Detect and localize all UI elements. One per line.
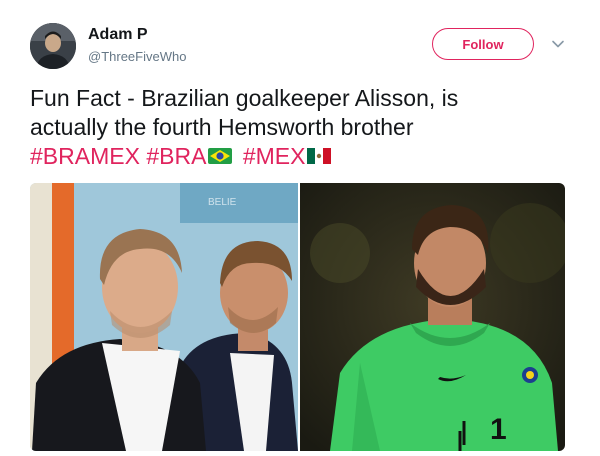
follow-button[interactable]: Follow [432, 28, 534, 60]
user-avatar-icon [30, 23, 76, 69]
chevron-down-icon[interactable] [550, 36, 566, 52]
hashtag-bramex[interactable]: #BRAMEX [30, 143, 140, 169]
svg-text:BELIE: BELIE [208, 197, 237, 208]
media-grid: BELIE 1 [30, 183, 565, 451]
tweet-text-line-2: actually the fourth Hemsworth brother [30, 114, 414, 140]
tweet-text-line-1: Fun Fact - Brazilian goalkeeper Alisson,… [30, 85, 459, 111]
hashtag-line: #BRAMEX #BRA #MEX [30, 142, 570, 171]
author-handle[interactable]: @ThreeFiveWho [88, 49, 186, 64]
premiere-photo-image: BELIE [30, 183, 298, 451]
brazil-flag-icon [208, 148, 233, 165]
tweet-text: Fun Fact - Brazilian goalkeeper Alisson,… [30, 84, 570, 171]
goalkeeper-photo-image: 1 [300, 183, 565, 451]
photo-premiere[interactable]: BELIE [30, 183, 298, 451]
hashtag-bra[interactable]: #BRA [146, 143, 206, 169]
jersey-number: 1 [490, 413, 507, 446]
hashtag-mex[interactable]: #MEX [243, 143, 306, 169]
photo-goalkeeper[interactable]: 1 [300, 183, 565, 451]
author-name[interactable]: Adam P [88, 26, 148, 44]
mexico-flag-icon [307, 148, 332, 165]
author-avatar[interactable] [30, 23, 76, 69]
